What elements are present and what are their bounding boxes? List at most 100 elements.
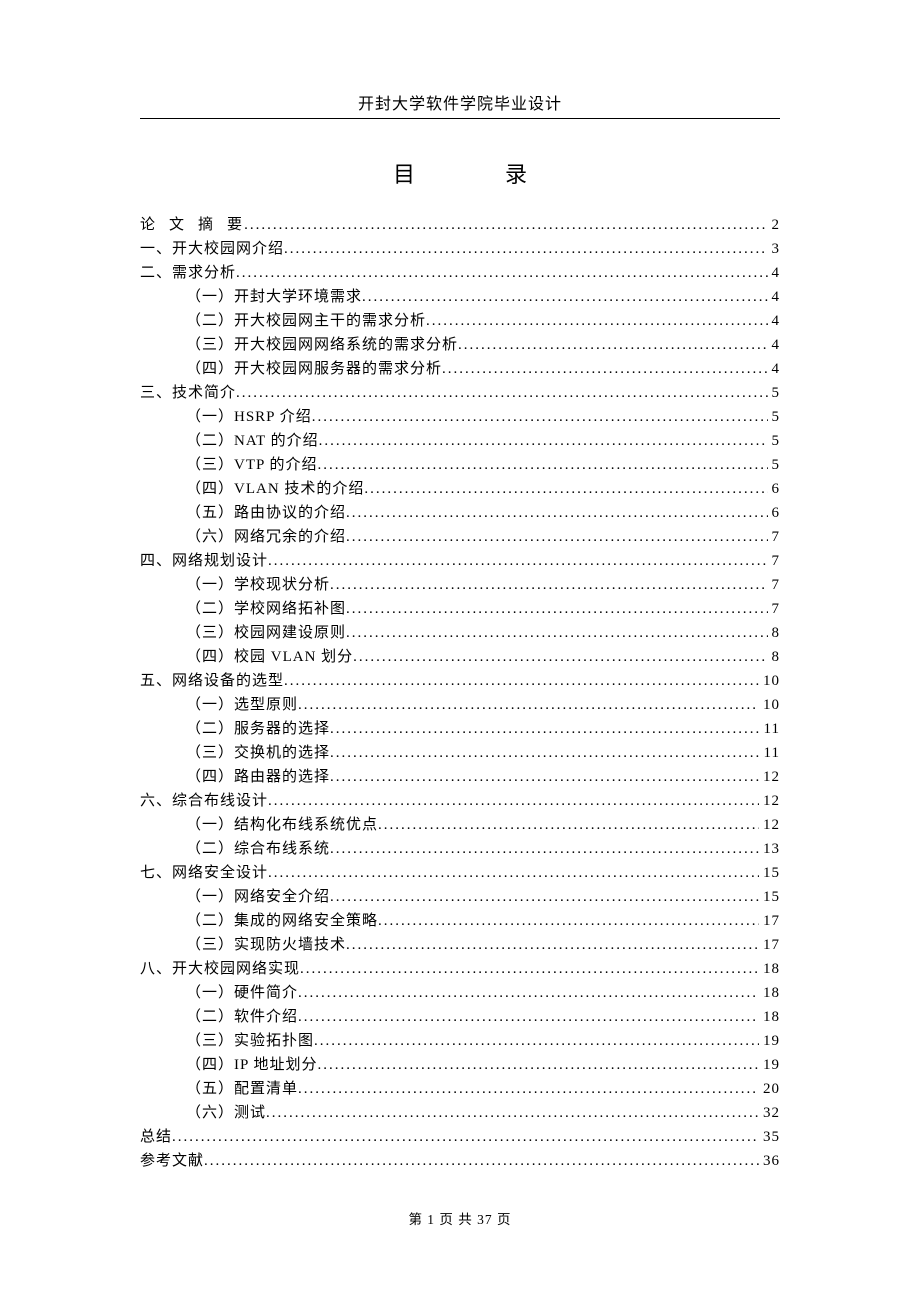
toc-row: 参考文献36 [140,1149,780,1173]
toc-section-label: （一）硬件简介 [140,981,298,1005]
toc-leader-dots [312,405,768,429]
toc-row: （一）结构化布线系统优点12 [140,813,780,837]
toc-leader-dots [244,213,767,237]
toc-row: （二）NAT 的介绍 5 [140,429,780,453]
toc-leader-dots [378,813,759,837]
toc-leader-dots [298,1005,759,1029]
page-footer: 第 1 页 共 37 页 [0,1208,920,1228]
toc-section-label: （四）校园 VLAN 划分 [140,645,353,669]
toc-leader-dots [346,501,767,525]
toc-page-number: 20 [759,1077,780,1101]
toc-row: （一）硬件简介 18 [140,981,780,1005]
toc-section-label: （六）测试 [140,1101,266,1125]
toc-row: （一）开封大学环境需求 4 [140,285,780,309]
toc-page-number: 17 [759,909,780,933]
toc-row: 七、网络安全设计15 [140,861,780,885]
toc-section-label: （五）路由协议的介绍 [140,501,346,525]
toc-row: （五）路由协议的介绍6 [140,501,780,525]
toc-leader-dots [314,1029,759,1053]
toc-section-label: （二）集成的网络安全策略 [140,909,378,933]
toc-row: （二）服务器的选择11 [140,717,780,741]
toc-section-label: （一）开封大学环境需求 [140,285,362,309]
toc-page-number: 18 [759,1005,780,1029]
toc-leader-dots [319,429,768,453]
toc-page-number: 2 [768,213,781,237]
toc-page-number: 7 [768,525,781,549]
toc-row: （三）交换机的选择11 [140,741,780,765]
toc-page-number: 17 [759,933,780,957]
toc-chapter-label: 三、技术简介 [140,381,236,405]
toc-section-label: （四）VLAN 技术的介绍 [140,477,364,501]
toc-page-number: 5 [768,453,781,477]
toc-chapter-label: 一、开大校园网介绍 [140,237,284,261]
toc-leader-dots [364,477,767,501]
toc-leader-dots [268,789,759,813]
toc-row: （三）VTP 的介绍5 [140,453,780,477]
toc-leader-dots [204,1149,759,1173]
toc-section-label: （三）实现防火墙技术 [140,933,346,957]
toc-page-number: 4 [768,285,781,309]
toc-leader-dots [268,549,767,573]
toc-section-label: （三）开大校园网网络系统的需求分析 [140,333,458,357]
toc-title: 目录 [140,157,780,189]
toc-leader-dots [298,1077,759,1101]
toc-page-number: 18 [759,981,780,1005]
toc-leader-dots [298,981,759,1005]
toc-row: 一、开大校园网介绍3 [140,237,780,261]
toc-leader-dots [300,957,759,981]
toc-leader-dots [172,1125,759,1149]
toc-chapter-label: 参考文献 [140,1149,204,1173]
toc-leader-dots [346,933,759,957]
toc-row: （一）学校现状分析 7 [140,573,780,597]
toc-section-label: （六）网络冗余的介绍 [140,525,346,549]
toc-row: （四）路由器的选择12 [140,765,780,789]
toc-page-number: 7 [768,597,781,621]
toc-section-label: （五）配置清单 [140,1077,298,1101]
toc-section-label: （三）实验拓扑图 [140,1029,314,1053]
toc-leader-dots [236,261,767,285]
toc-page-number: 7 [768,573,781,597]
toc-page-number: 10 [759,669,780,693]
toc-leader-dots [330,885,759,909]
toc-row: 三、技术简介5 [140,381,780,405]
toc-row: 四、网络规划设计7 [140,549,780,573]
toc-page-number: 32 [759,1101,780,1125]
toc-section-label: （二）NAT 的介绍 [140,429,319,453]
toc-page-number: 10 [759,693,780,717]
toc-page-number: 5 [768,429,781,453]
toc-leader-dots [330,837,759,861]
toc-page-number: 4 [768,261,781,285]
toc-section-label: （二）开大校园网主干的需求分析 [140,309,426,333]
toc-chapter-label: 六、综合布线设计 [140,789,268,813]
toc-title-left: 目 [393,162,415,187]
toc-page-number: 4 [768,357,781,381]
document-header: 开封大学软件学院毕业设计 [140,90,780,119]
toc-leader-dots [330,741,760,765]
toc-leader-dots [346,597,767,621]
toc-leader-dots [378,909,759,933]
toc-row: （二）集成的网络安全策略 17 [140,909,780,933]
toc-leader-dots [284,669,759,693]
toc-row: 六、综合布线设计12 [140,789,780,813]
toc-leader-dots [330,765,759,789]
toc-leader-dots [284,237,767,261]
toc-row: （五）配置清单 20 [140,1077,780,1101]
toc-section-label: （一）学校现状分析 [140,573,330,597]
toc-section-label: （二）学校网络拓补图 [140,597,346,621]
toc-page-number: 8 [768,621,781,645]
toc-row: 二、需求分析4 [140,261,780,285]
toc-row: （六）测试 32 [140,1101,780,1125]
toc-row: （一）HSRP 介绍5 [140,405,780,429]
toc-row: （三）校园网建设原则8 [140,621,780,645]
toc-section-label: （四）路由器的选择 [140,765,330,789]
toc-row: （二）学校网络拓补图 7 [140,597,780,621]
toc-leader-dots [268,861,759,885]
toc-row: （六）网络冗余的介绍 7 [140,525,780,549]
toc-page-number: 12 [759,813,780,837]
toc-page-number: 4 [768,333,781,357]
toc-title-right: 录 [505,162,527,187]
toc-section-label: （一）选型原则 [140,693,298,717]
toc-section-label: （一）网络安全介绍 [140,885,330,909]
toc-row: （二）开大校园网主干的需求分析4 [140,309,780,333]
toc-section-label: （三）交换机的选择 [140,741,330,765]
